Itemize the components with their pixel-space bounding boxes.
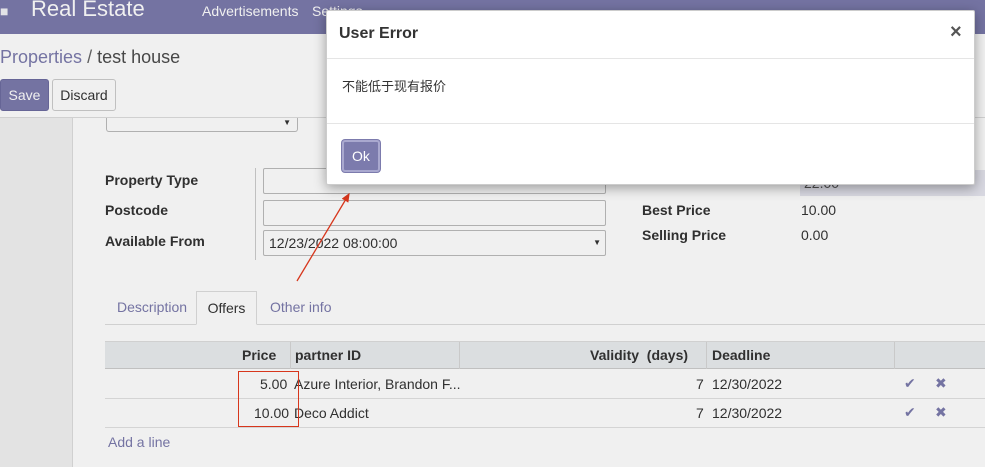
dialog-header: User Error × (327, 11, 974, 59)
ok-button[interactable]: Ok (342, 140, 380, 172)
close-icon[interactable]: × (950, 21, 962, 44)
dialog-title: User Error (339, 25, 419, 42)
dialog-message: 不能低于现有报价 (342, 79, 447, 94)
dialog-footer: Ok (327, 123, 974, 185)
error-dialog: User Error × 不能低于现有报价 Ok (326, 10, 975, 185)
